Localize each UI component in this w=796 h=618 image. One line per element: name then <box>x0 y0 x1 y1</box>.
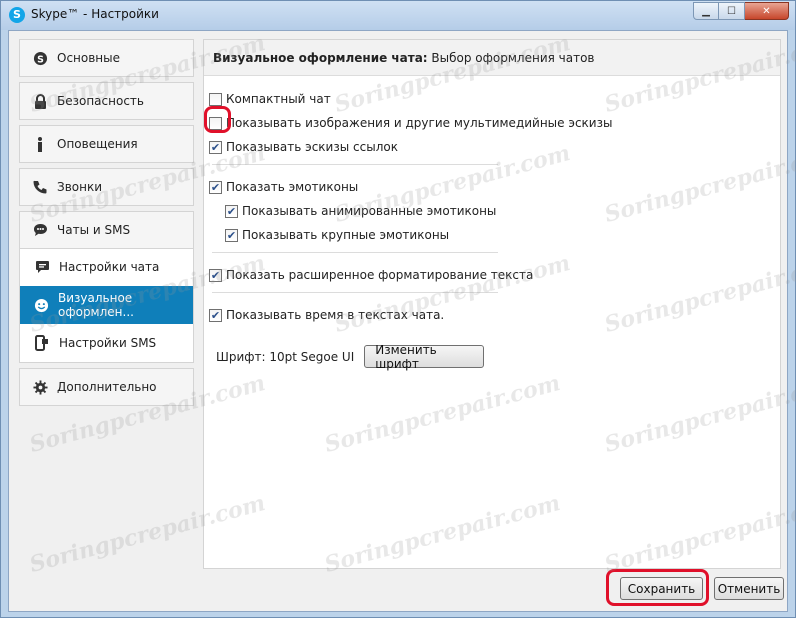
save-button[interactable]: Сохранить <box>620 577 703 600</box>
change-font-button[interactable]: Изменить шрифт <box>364 343 485 371</box>
large-emoticons-option[interactable]: ✔ Показывать крупные эмотиконы <box>225 228 449 242</box>
show-media-thumbnails-checkbox[interactable] <box>209 116 222 130</box>
chat-bubble-icon <box>32 222 48 238</box>
sidebar-item-label: Безопасность <box>57 94 144 108</box>
sidebar-item-advanced[interactable]: Дополнительно <box>19 368 194 406</box>
option-label: Показывать эскизы ссылок <box>226 140 398 154</box>
option-label: Показывать крупные эмотиконы <box>242 228 450 242</box>
close-button[interactable]: ✕ <box>745 2 789 20</box>
separator <box>212 252 498 253</box>
link-previews-checkbox[interactable]: ✔ <box>209 140 222 154</box>
separator <box>212 292 498 293</box>
timestamps-checkbox[interactable]: ✔ <box>209 308 222 322</box>
link-previews-option[interactable]: ✔ Показывать эскизы ссылок <box>209 140 398 154</box>
compact-chat-option[interactable]: Компактный чат <box>209 92 331 106</box>
option-label: Показывать изображения и другие мультиме… <box>226 116 613 130</box>
text-formatting-checkbox[interactable]: ✔ <box>209 268 222 282</box>
close-icon: ✕ <box>762 5 771 17</box>
sms-icon <box>34 335 50 351</box>
cancel-button[interactable]: Отменить <box>714 577 784 600</box>
text-formatting-option[interactable]: ✔ Показать расширенное форматирование те… <box>209 268 533 282</box>
animated-emoticons-option[interactable]: ✔ Показывать анимированные эмотиконы <box>225 204 496 218</box>
sidebar-item-label: Чаты и SMS <box>57 223 131 237</box>
maximize-button[interactable]: ☐ <box>719 2 745 20</box>
compact-chat-checkbox[interactable] <box>209 92 222 106</box>
title-bar[interactable]: S Skype™ - Настройки ▁ ☐ ✕ <box>1 1 795 30</box>
sidebar-subitem-label: Настройки чата <box>59 260 160 274</box>
chat-icon <box>34 259 50 275</box>
option-label: Показать расширенное форматирование текс… <box>226 268 534 282</box>
window-controls: ▁ ☐ ✕ <box>693 2 789 20</box>
settings-sidebar: S Основные Безопасность Оповещения Звонк… <box>19 39 194 411</box>
gear-icon <box>32 379 48 395</box>
phone-icon <box>32 179 48 195</box>
maximize-icon: ☐ <box>727 5 736 17</box>
emoticons-checkbox[interactable]: ✔ <box>209 180 222 194</box>
sidebar-item-label: Оповещения <box>57 137 138 151</box>
sidebar-item-label: Звонки <box>57 180 102 194</box>
minimize-icon: ▁ <box>702 5 710 17</box>
lock-icon <box>32 93 48 109</box>
option-label: Показывать время в текстах чата. <box>226 308 445 322</box>
sidebar-item-label: Дополнительно <box>57 380 157 394</box>
large-emoticons-checkbox[interactable]: ✔ <box>225 228 238 242</box>
settings-panel: Визуальное оформление чата: Выбор оформл… <box>203 39 781 569</box>
option-label: Показывать анимированные эмотиконы <box>242 204 497 218</box>
sidebar-subitem-label: Визуальное оформлен... <box>58 291 134 319</box>
font-row: Шрифт: 10pt Segoe UI Изменить шрифт <box>216 343 485 371</box>
option-label: Показать эмотиконы <box>226 180 359 194</box>
option-label: Компактный чат <box>226 92 331 106</box>
sidebar-item-notifications[interactable]: Оповещения <box>19 125 194 163</box>
sidebar-item-calls[interactable]: Звонки <box>19 168 194 206</box>
svg-text:S: S <box>37 54 44 65</box>
panel-header: Визуальное оформление чата: Выбор оформл… <box>204 40 780 76</box>
panel-header-title: Визуальное оформление чата: <box>213 51 428 65</box>
sidebar-item-label: Основные <box>57 51 121 65</box>
animated-emoticons-checkbox[interactable]: ✔ <box>225 204 238 218</box>
sidebar-item-chats-sms[interactable]: Чаты и SMS <box>19 211 194 249</box>
sidebar-subitem-chat-settings[interactable]: Настройки чата <box>20 248 193 286</box>
show-media-thumbnails-option[interactable]: Показывать изображения и другие мультиме… <box>209 116 612 130</box>
timestamps-option[interactable]: ✔ Показывать время в текстах чата. <box>209 308 444 322</box>
sidebar-item-general[interactable]: S Основные <box>19 39 194 77</box>
emoticons-option[interactable]: ✔ Показать эмотиконы <box>209 180 358 194</box>
window-title: Skype™ - Настройки <box>31 7 159 21</box>
skype-icon: S <box>32 50 48 66</box>
skype-app-icon: S <box>9 7 25 23</box>
panel-header-subtitle: Выбор оформления чатов <box>427 51 595 65</box>
chats-subsection: Настройки чата Визуальное оформлен... На… <box>19 248 194 363</box>
client-area: S Основные Безопасность Оповещения Звонк… <box>8 30 788 612</box>
settings-window: S Skype™ - Настройки ▁ ☐ ✕ S Основные Бе… <box>0 0 796 618</box>
sidebar-subitem-label: Настройки SMS <box>59 336 157 350</box>
info-icon <box>32 136 48 152</box>
font-label: Шрифт: 10pt Segoe UI <box>216 349 355 364</box>
sidebar-subitem-visual-style[interactable]: Визуальное оформлен... <box>20 286 193 324</box>
sidebar-item-security[interactable]: Безопасность <box>19 82 194 120</box>
separator <box>212 164 498 165</box>
smiley-icon <box>34 297 49 313</box>
sidebar-subitem-sms-settings[interactable]: Настройки SMS <box>20 324 193 362</box>
minimize-button[interactable]: ▁ <box>693 2 719 20</box>
